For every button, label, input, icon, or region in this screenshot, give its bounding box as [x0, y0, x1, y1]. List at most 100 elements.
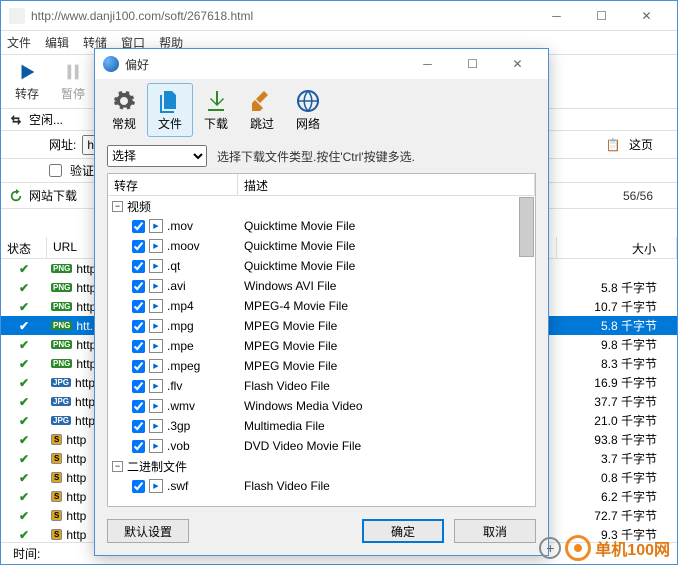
broom-icon [250, 89, 274, 113]
url-text: http [75, 376, 95, 390]
dialog-buttons: 默认设置 确定 取消 [95, 515, 548, 555]
watermark: + 单机100网 [539, 535, 670, 561]
filetype-item[interactable]: ▶.mpeMPEG Movie File [108, 336, 535, 356]
verify-checkbox[interactable] [49, 164, 62, 177]
status-cell: ✔ [1, 395, 47, 409]
lh-desc[interactable]: 描述 [238, 174, 535, 195]
collapse-icon[interactable]: − [112, 461, 123, 472]
maximize-button[interactable]: ☐ [579, 2, 624, 30]
status-cell: ✔ [1, 528, 47, 542]
refresh-icon[interactable] [9, 189, 23, 203]
check-icon: ✔ [19, 414, 29, 428]
close-button[interactable]: ✕ [624, 2, 669, 30]
status-cell: ✔ [1, 471, 47, 485]
status-cell: ✔ [1, 490, 47, 504]
filetype-checkbox[interactable] [132, 360, 145, 373]
copy-icon[interactable]: 📋 [603, 135, 623, 155]
window-url: http://www.danji100.com/soft/267618.html [31, 9, 534, 23]
filetype-badge: S [51, 529, 62, 540]
size-cell: 3.7 千字节 [557, 450, 677, 467]
filetype-checkbox[interactable] [132, 380, 145, 393]
cancel-button[interactable]: 取消 [454, 519, 536, 543]
url-text: http [66, 509, 86, 523]
tab-general[interactable]: 常规 [101, 83, 147, 137]
menu-file[interactable]: 文件 [7, 34, 31, 51]
filetype-checkbox[interactable] [132, 260, 145, 273]
status-cell: ✔ [1, 262, 47, 276]
dialog-maximize[interactable]: ☐ [450, 50, 495, 78]
minimize-button[interactable]: ─ [534, 2, 579, 30]
tab-skip[interactable]: 跳过 [239, 83, 285, 137]
ext-cell: ▶.mov [108, 219, 238, 233]
collapse-icon[interactable]: − [112, 201, 123, 212]
arrows-icon [9, 113, 23, 127]
filetype-checkbox[interactable] [132, 320, 145, 333]
download-tab[interactable]: 网站下载 [29, 187, 77, 204]
ok-button[interactable]: 确定 [362, 519, 444, 543]
filter-select[interactable]: 选择 [107, 145, 207, 167]
group-name: 二进制文件 [127, 458, 187, 475]
filetype-item[interactable]: ▶.mpegMPEG Movie File [108, 356, 535, 376]
favicon [9, 8, 25, 24]
filetype-item[interactable]: ▶.mpgMPEG Movie File [108, 316, 535, 336]
menu-edit[interactable]: 编辑 [45, 34, 69, 51]
tab-download[interactable]: 下载 [193, 83, 239, 137]
th-size[interactable]: 大小 [557, 237, 677, 258]
filetype-item[interactable]: ▶.aviWindows AVI File [108, 276, 535, 296]
ext-cell: ▶.flv [108, 379, 238, 393]
filetype-checkbox[interactable] [132, 440, 145, 453]
filetype-badge: PNG [51, 302, 72, 311]
check-icon: ✔ [19, 490, 29, 504]
filetype-badge: PNG [51, 321, 72, 330]
filetype-checkbox[interactable] [132, 220, 145, 233]
filetype-item[interactable]: ▶.vobDVD Video Movie File [108, 436, 535, 456]
ext-cell: ▶.3gp [108, 419, 238, 433]
filetype-item[interactable]: ▶.mp4MPEG-4 Movie File [108, 296, 535, 316]
ext-text: .avi [167, 279, 186, 293]
file-icon: ▶ [149, 379, 163, 393]
pause-icon [62, 61, 84, 83]
pause-button[interactable]: 暂停 [53, 61, 93, 102]
scrollbar-thumb[interactable] [519, 197, 534, 257]
filetype-checkbox[interactable] [132, 300, 145, 313]
check-icon: ✔ [19, 452, 29, 466]
filetype-item[interactable]: ▶.flvFlash Video File [108, 376, 535, 396]
status-cell: ✔ [1, 357, 47, 371]
check-icon: ✔ [19, 357, 29, 371]
tab-skip-label: 跳过 [250, 115, 274, 132]
filetype-badge: JPG [51, 397, 71, 406]
play-icon [16, 61, 38, 83]
pause-label: 暂停 [61, 85, 85, 102]
group-header[interactable]: −视频 [108, 196, 535, 216]
desc-cell: Windows Media Video [238, 399, 535, 413]
filetype-badge: JPG [51, 378, 71, 387]
list-body[interactable]: −视频▶.movQuicktime Movie File▶.moovQuickt… [108, 196, 535, 506]
filetype-checkbox[interactable] [132, 420, 145, 433]
filetype-item[interactable]: ▶.wmvWindows Media Video [108, 396, 535, 416]
save-button[interactable]: 转存 [7, 61, 47, 102]
size-cell: 5.8 千字节 [557, 279, 677, 296]
filetype-item[interactable]: ▶.movQuicktime Movie File [108, 216, 535, 236]
dialog-minimize[interactable]: ─ [405, 50, 450, 78]
filetype-item[interactable]: ▶.moovQuicktime Movie File [108, 236, 535, 256]
filetype-item[interactable]: ▶.3gpMultimedia File [108, 416, 535, 436]
group-header[interactable]: −二进制文件 [108, 456, 535, 476]
filetype-item[interactable]: ▶.qtQuicktime Movie File [108, 256, 535, 276]
filetype-item[interactable]: ▶.swfFlash Video File [108, 476, 535, 496]
file-icon: ▶ [149, 479, 163, 493]
dialog-close[interactable]: ✕ [495, 50, 540, 78]
filetype-checkbox[interactable] [132, 340, 145, 353]
status-cell: ✔ [1, 338, 47, 352]
defaults-button[interactable]: 默认设置 [107, 519, 189, 543]
filetype-checkbox[interactable] [132, 240, 145, 253]
status-cell: ✔ [1, 414, 47, 428]
tab-network[interactable]: 网络 [285, 83, 331, 137]
desc-cell: Flash Video File [238, 479, 535, 493]
th-status[interactable]: 状态 [1, 237, 47, 258]
filetype-checkbox[interactable] [132, 480, 145, 493]
footer-time-label: 时间: [13, 545, 40, 562]
filetype-checkbox[interactable] [132, 280, 145, 293]
tab-file[interactable]: 文件 [147, 83, 193, 137]
filetype-checkbox[interactable] [132, 400, 145, 413]
lh-ext[interactable]: 转存 [108, 174, 238, 195]
